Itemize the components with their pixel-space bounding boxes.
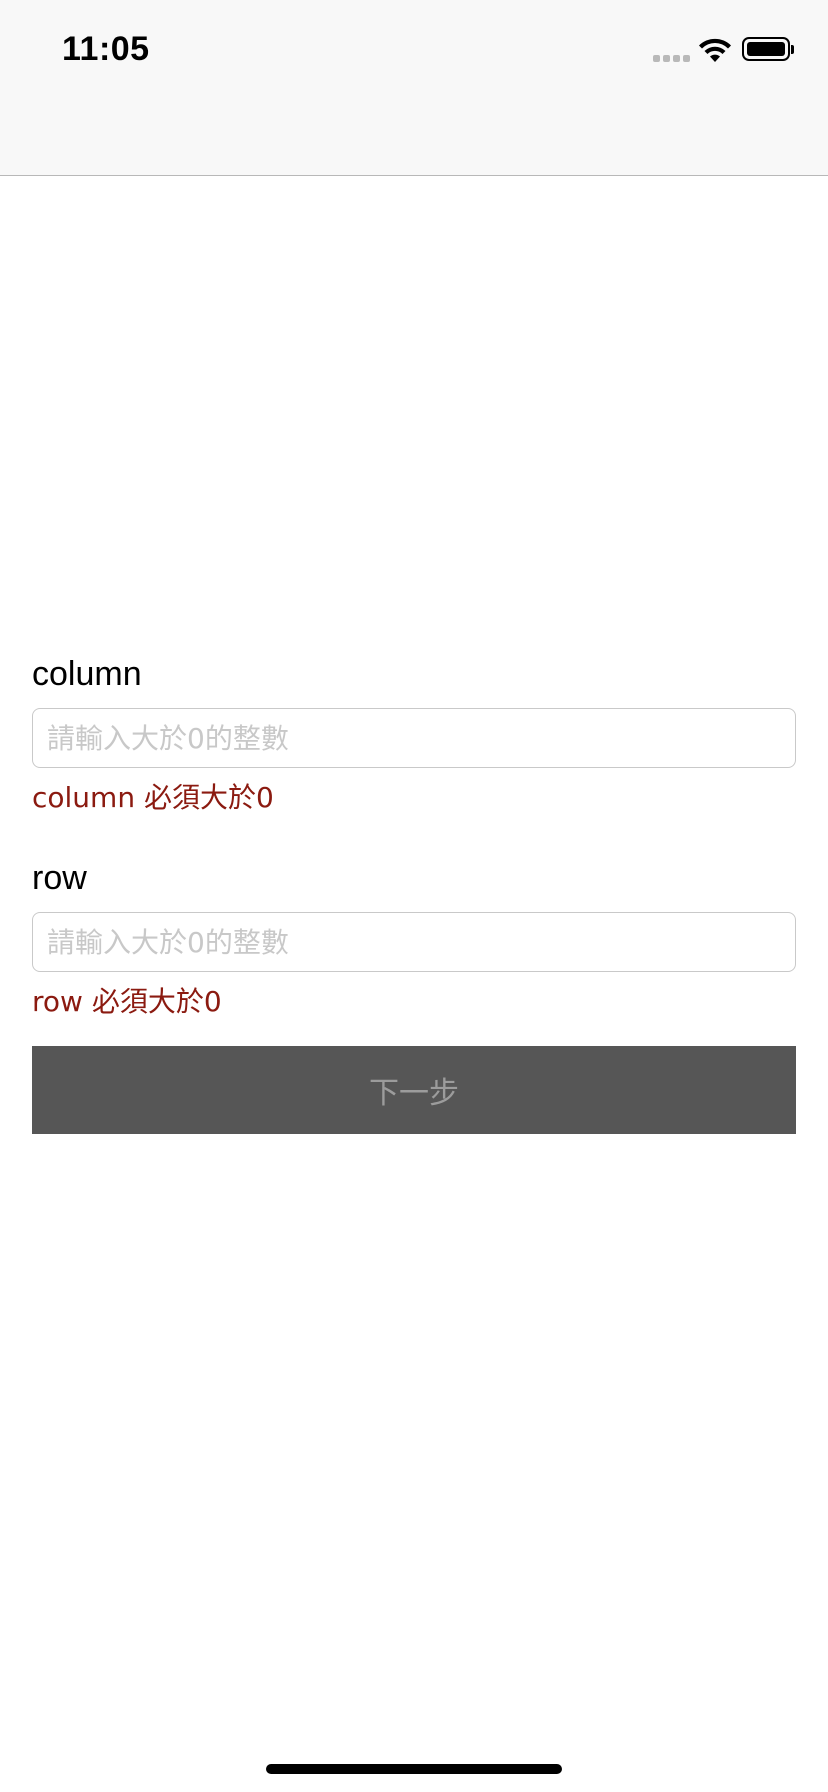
- row-input[interactable]: [32, 912, 796, 972]
- row-error-message: row 必須大於0: [32, 985, 222, 1018]
- home-indicator[interactable]: [266, 1764, 562, 1774]
- wifi-icon: [699, 38, 731, 62]
- row-field-group: row row 必須大於0: [32, 854, 796, 1022]
- grid-size-form: column column 必須大於0 row row 必須大於0: [32, 650, 796, 1022]
- status-time: 11:05: [62, 30, 150, 68]
- column-input[interactable]: [32, 708, 796, 768]
- cellular-signal-icon: [653, 55, 690, 62]
- column-field-group: column column 必須大於0: [32, 650, 796, 818]
- battery-cap: [791, 45, 794, 54]
- next-step-button[interactable]: 下一步: [32, 1046, 796, 1134]
- battery-icon: [742, 37, 790, 61]
- top-bar: 11:05: [0, 0, 828, 176]
- column-label: column: [32, 655, 142, 693]
- row-label: row: [32, 859, 87, 897]
- column-error-message: column 必須大於0: [32, 781, 274, 814]
